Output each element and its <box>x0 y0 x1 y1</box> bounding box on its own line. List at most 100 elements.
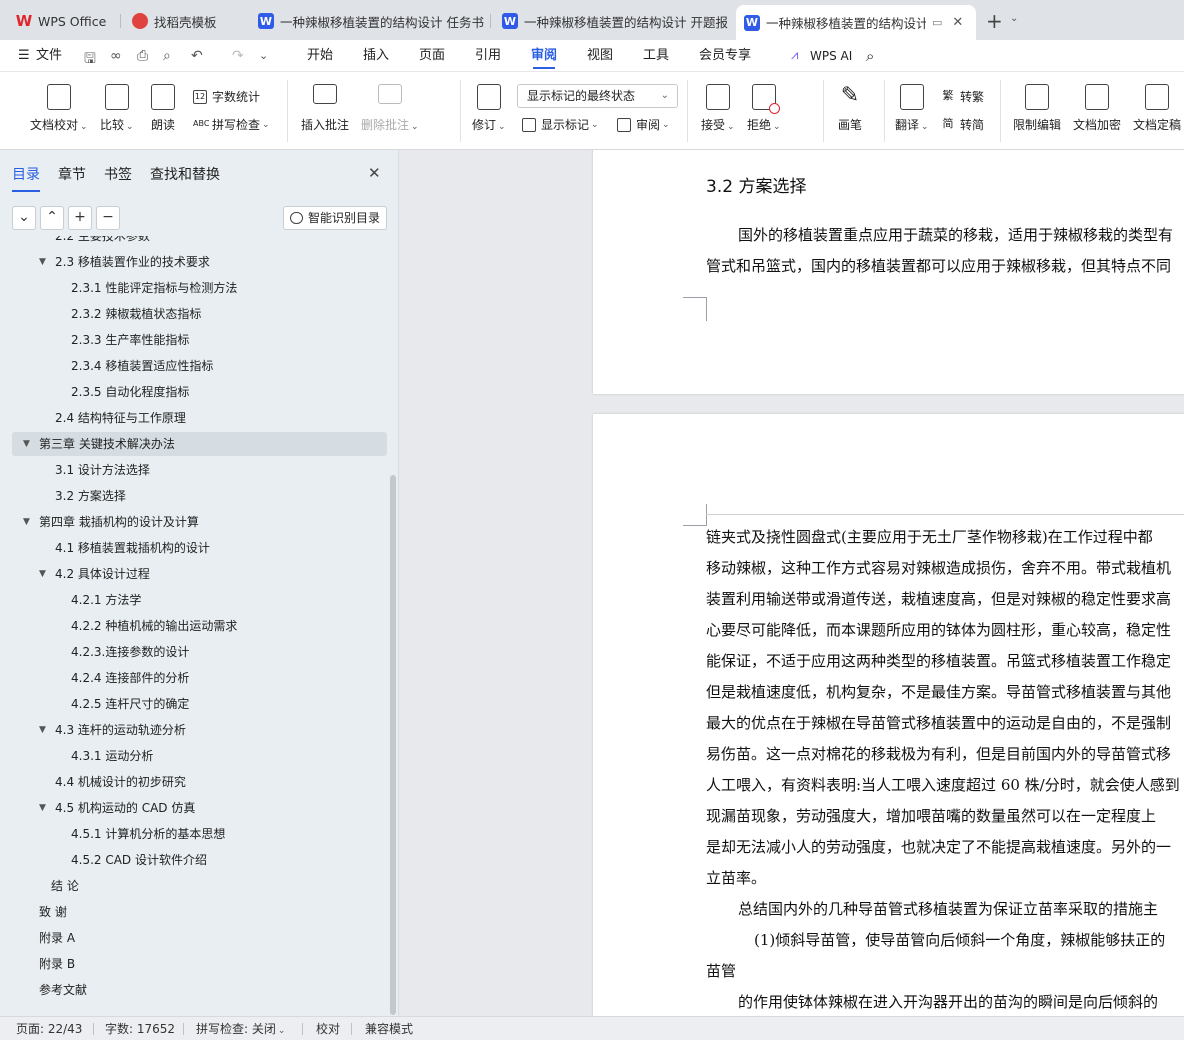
delete-comment-button[interactable]: 删除批注 ⌄ <box>361 84 419 133</box>
new-tab-button[interactable]: + <box>986 9 1003 33</box>
redo-icon[interactable]: ↷ <box>232 48 244 64</box>
markup-status-select[interactable]: 显示标记的最终状态 ⌄ <box>517 84 678 108</box>
print-preview-icon[interactable]: ⌕ <box>163 48 171 64</box>
toc-item[interactable]: 3.2 方案选择 <box>12 484 387 508</box>
menu-view[interactable]: 视图 <box>587 40 613 72</box>
spell-check-button[interactable]: ABC 拼写检查 ⌄ <box>193 116 270 133</box>
toc-item[interactable]: 4.5.2 CAD 设计软件介绍 <box>12 848 387 872</box>
toc-item[interactable]: 2.3.5 自动化程度指标 <box>12 380 387 404</box>
undo-icon[interactable]: ↶ <box>191 48 203 64</box>
toc-item[interactable]: 附录 A <box>12 926 387 950</box>
insert-comment-button[interactable]: 插入批注 <box>301 84 349 133</box>
toc-item[interactable]: 4.2.3.连接参数的设计 <box>12 640 387 664</box>
toc-item[interactable]: 2.2 主要技术参数 <box>12 236 387 248</box>
menu-insert[interactable]: 插入 <box>363 40 389 72</box>
restore-window-icon[interactable]: ▭ <box>932 16 942 29</box>
print-icon[interactable]: ⎙ <box>137 48 148 64</box>
toc-item[interactable]: 2.3.3 生产率性能指标 <box>12 328 387 352</box>
toc-item[interactable]: 3.1 设计方法选择 <box>12 458 387 482</box>
close-pane-icon[interactable]: ✕ <box>368 164 381 182</box>
tab-list-chevron-icon[interactable]: ⌄ <box>1010 13 1018 24</box>
track-changes-button[interactable]: 修订 ⌄ <box>472 84 506 133</box>
smart-toc-button[interactable]: 智能识别目录 <box>283 206 387 230</box>
expand-up-icon[interactable]: ⌃ <box>40 206 64 230</box>
tab-toc[interactable]: 目录 <box>12 164 40 192</box>
expand-triangle-icon[interactable]: ▼ <box>23 432 30 456</box>
toc-item[interactable]: 致 谢 <box>12 900 387 924</box>
toc-item[interactable]: 4.1 移植装置栽插机构的设计 <box>12 536 387 560</box>
tab-document-proposal[interactable]: W 一种辣椒移植装置的结构设计 开题报 <box>494 6 730 36</box>
toc-item[interactable]: ▼ 2.3 移植装置作业的技术要求 <box>12 250 387 274</box>
toc-item[interactable]: ▼ 第四章 栽插机构的设计及计算 <box>12 510 387 534</box>
compare-button[interactable]: 比较 ⌄ <box>100 84 134 133</box>
reject-button[interactable]: 拒绝 ⌄ <box>747 84 781 133</box>
toc-item[interactable]: 4.3.1 运动分析 <box>12 744 387 768</box>
translate-button[interactable]: 翻译 ⌄ <box>895 84 929 133</box>
expand-triangle-icon[interactable]: ▼ <box>39 562 46 586</box>
page-indicator[interactable]: 页面: 22/43 <box>16 1020 82 1037</box>
toc-item[interactable]: 4.2.4 连接部件的分析 <box>12 666 387 690</box>
hamburger-icon[interactable]: ☰ <box>18 40 30 72</box>
tab-wps-office[interactable]: W WPS Office <box>8 6 116 36</box>
pen-button[interactable]: ✎ 画笔 <box>838 84 862 133</box>
add-heading-icon[interactable]: + <box>68 206 92 230</box>
toc-item[interactable]: 2.3.4 移植装置适应性指标 <box>12 354 387 378</box>
menu-review[interactable]: 审阅 <box>531 40 557 72</box>
proofread-button[interactable]: 校对 <box>316 1020 340 1037</box>
word-count-indicator[interactable]: 字数: 17652 <box>105 1020 175 1037</box>
menu-start[interactable]: 开始 <box>307 40 333 72</box>
restrict-edit-button[interactable]: 限制编辑 <box>1013 84 1061 133</box>
toc-item[interactable]: ▼ 4.2 具体设计过程 <box>12 562 387 586</box>
toc-item[interactable]: ▼ 4.5 机构运动的 CAD 仿真 <box>12 796 387 820</box>
toc-item[interactable]: ▼ 第三章 关键技术解决办法 <box>12 432 387 456</box>
read-aloud-button[interactable]: 朗读 <box>151 84 175 133</box>
review-pane-button[interactable]: 审阅 ⌄ <box>617 116 670 133</box>
tab-template-store[interactable]: 找稻壳模板 <box>124 6 242 36</box>
spell-check-status[interactable]: 拼写检查: 关闭 ⌄ <box>196 1020 285 1037</box>
expand-triangle-icon[interactable]: ▼ <box>39 718 46 742</box>
toc-item[interactable]: 2.3.2 辣椒栽植状态指标 <box>12 302 387 326</box>
toc-item[interactable]: 4.5.1 计算机分析的基本思想 <box>12 822 387 846</box>
document-canvas[interactable]: 3.2 方案选择 国外的移植装置重点应用于蔬菜的移栽，适用于辣椒移栽的类型有 管… <box>400 150 1184 1016</box>
toc-item[interactable]: ▼ 4.3 连杆的运动轨迹分析 <box>12 718 387 742</box>
toc-item[interactable]: 结 论 <box>12 874 387 898</box>
tab-bookmark[interactable]: 书签 <box>104 164 132 184</box>
toc-item[interactable]: 2.3.1 性能评定指标与检测方法 <box>12 276 387 300</box>
file-menu[interactable]: 文件 <box>36 40 62 72</box>
encrypt-button[interactable]: 文档加密 <box>1073 84 1121 133</box>
link-icon[interactable]: ∞ <box>110 48 122 64</box>
to-traditional-button[interactable]: 繁转繁 <box>941 88 985 105</box>
expand-triangle-icon[interactable]: ▼ <box>39 250 46 274</box>
toc-item[interactable]: 4.2.1 方法学 <box>12 588 387 612</box>
remove-heading-icon[interactable]: − <box>96 206 120 230</box>
to-simplified-button[interactable]: 简转简 <box>941 116 985 133</box>
menu-tools[interactable]: 工具 <box>643 40 669 72</box>
menu-page[interactable]: 页面 <box>419 40 445 72</box>
save-icon[interactable]: 🖫 <box>84 48 96 72</box>
tab-document-task[interactable]: W 一种辣椒移植装置的结构设计 任务书 <box>250 6 486 36</box>
toc-item[interactable]: 4.2.5 连杆尺寸的确定 <box>12 692 387 716</box>
toc-item[interactable]: 附录 B <box>12 952 387 976</box>
toc-item[interactable]: 参考文献 <box>12 978 387 1002</box>
search-icon[interactable]: ⌕ <box>866 40 874 72</box>
toc-item[interactable]: 2.4 结构特征与工作原理 <box>12 406 387 430</box>
expand-triangle-icon[interactable]: ▼ <box>39 796 46 820</box>
toc-item[interactable]: 4.2.2 种植机械的输出运动需求 <box>12 614 387 638</box>
tab-chapter[interactable]: 章节 <box>58 164 86 184</box>
tab-find-replace[interactable]: 查找和替换 <box>150 164 220 184</box>
menu-member[interactable]: 会员专享 <box>699 40 751 72</box>
toc-item[interactable]: 4.4 机械设计的初步研究 <box>12 770 387 794</box>
tab-document-active[interactable]: W 一种辣椒移植装置的结构设计 ▭ ✕ <box>736 5 976 40</box>
finalize-button[interactable]: 文档定稿 <box>1133 84 1181 133</box>
show-marks-button[interactable]: 显示标记 ⌄ <box>522 116 599 133</box>
wps-ai-button[interactable]: WPS AI <box>810 40 852 72</box>
close-tab-icon[interactable]: ✕ <box>952 15 963 30</box>
toc-scrollbar[interactable] <box>390 475 396 1015</box>
collapse-all-icon[interactable]: ⌄ <box>12 206 36 230</box>
doc-check-button[interactable]: 文档校对 ⌄ <box>30 84 88 133</box>
menu-reference[interactable]: 引用 <box>475 40 501 72</box>
expand-triangle-icon[interactable]: ▼ <box>23 510 30 534</box>
quick-access-chevron-icon[interactable]: ⌄ <box>259 49 268 62</box>
word-count-button[interactable]: 12 字数统计 <box>193 88 260 105</box>
accept-button[interactable]: 接受 ⌄ <box>701 84 735 133</box>
